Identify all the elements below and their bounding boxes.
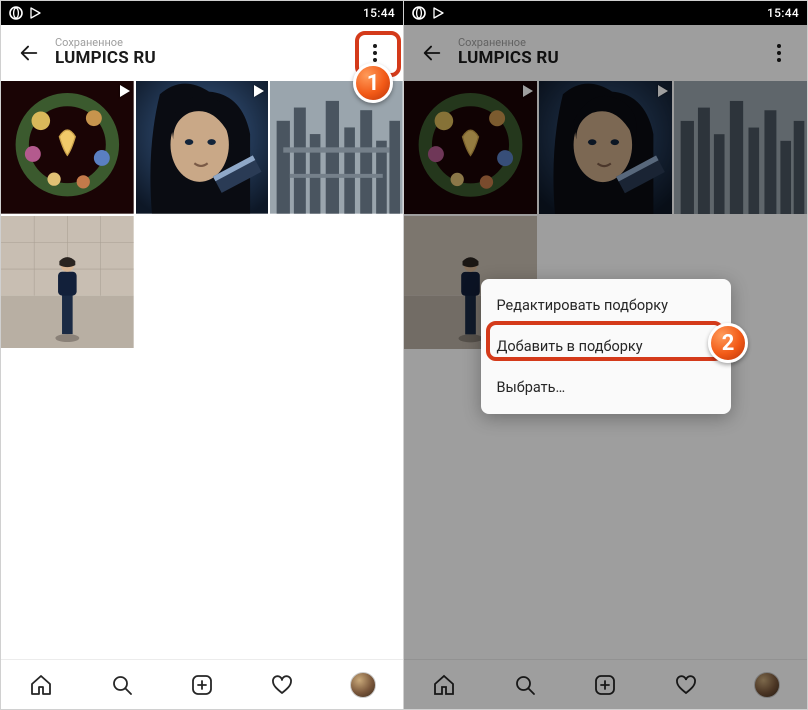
app-header: Сохраненное LUMPICS RU <box>1 25 403 81</box>
back-button[interactable] <box>7 31 51 75</box>
bottom-nav <box>1 659 403 709</box>
nav-home[interactable] <box>1 660 81 709</box>
grid-tile[interactable] <box>136 81 269 214</box>
nav-profile[interactable] <box>323 660 403 709</box>
nav-activity[interactable] <box>242 660 322 709</box>
popup-select[interactable]: Выбрать… <box>481 367 731 408</box>
status-bar: 15:44 <box>1 1 403 25</box>
header-subtitle: Сохраненное <box>55 37 353 48</box>
popup-add-to-collection[interactable]: Добавить в подборку <box>481 326 731 367</box>
nav-add[interactable] <box>162 660 242 709</box>
kebab-icon <box>373 51 377 55</box>
opera-icon <box>9 6 23 20</box>
play-icon <box>120 85 130 97</box>
grid-tile[interactable] <box>1 216 134 349</box>
grid-tile[interactable] <box>270 81 403 214</box>
status-bar: 15:44 <box>404 1 807 25</box>
menu-button[interactable] <box>353 31 397 75</box>
play-store-icon <box>432 7 444 19</box>
popup-edit-collection[interactable]: Редактировать подборку <box>481 285 731 326</box>
play-store-icon <box>29 7 41 19</box>
saved-grid-area <box>1 81 403 659</box>
avatar <box>350 672 376 698</box>
play-icon <box>254 85 264 97</box>
options-popup: Редактировать подборку Добавить в подбор… <box>481 279 731 414</box>
opera-icon <box>412 6 426 20</box>
status-time: 15:44 <box>767 6 799 20</box>
status-time: 15:44 <box>363 6 395 20</box>
nav-search[interactable] <box>81 660 161 709</box>
grid-tile[interactable] <box>1 81 134 214</box>
header-title: LUMPICS RU <box>55 48 353 68</box>
